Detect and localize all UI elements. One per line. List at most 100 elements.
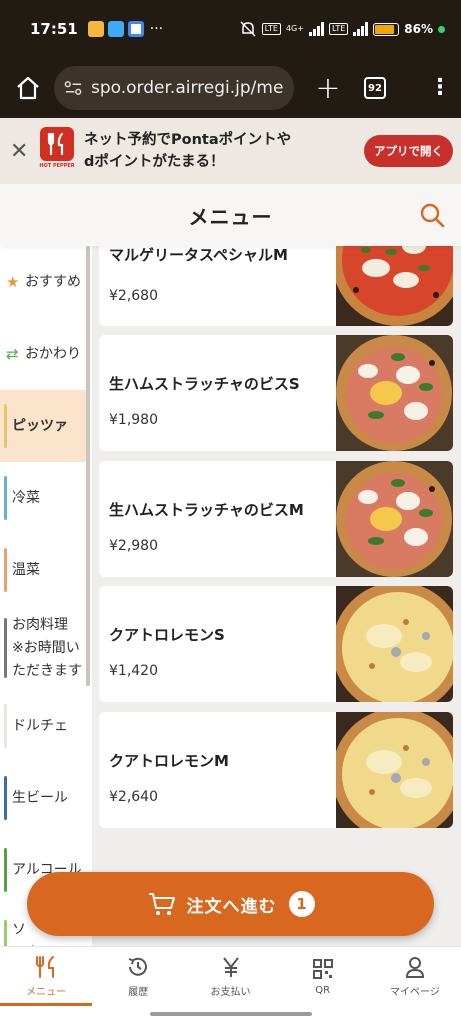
category-label-line1: お肉料理 — [12, 616, 68, 633]
url-text: spo.order.airregi.jp/men — [91, 78, 284, 98]
nav-tab-mypage[interactable]: マイページ — [369, 947, 461, 1006]
gesture-bar — [0, 1006, 461, 1024]
pizza-quattro-image[interactable] — [336, 712, 453, 828]
order-button-label: 注文へ進む — [186, 896, 277, 917]
pizza-quattro-image[interactable] — [336, 586, 453, 702]
user-icon — [405, 957, 424, 978]
menu-item-card[interactable]: 生ハムストラッチャのビスM ¥2,980 — [99, 461, 453, 577]
address-bar[interactable]: spo.order.airregi.jp/men — [54, 66, 294, 110]
item-name: クアトロレモンM — [109, 752, 229, 770]
category-label-line2: ※お時間い — [12, 639, 80, 656]
battery-percent: 86% — [404, 22, 433, 36]
category-color-bar — [4, 704, 7, 748]
search-icon[interactable] — [419, 202, 445, 228]
category-color-bar — [4, 404, 7, 448]
category-label-line1: ソ — [12, 922, 26, 938]
pizza-margherita-image[interactable] — [336, 246, 453, 326]
item-name: 生ハムストラッチャのビスS — [109, 375, 300, 393]
battery-icon — [373, 22, 400, 36]
category-item-meat[interactable]: お肉料理 ※お時間い ただきます — [0, 606, 88, 690]
item-name: マルゲリータスペシャルM — [109, 246, 288, 264]
nav-label: QR — [315, 985, 331, 996]
proceed-to-order-button[interactable]: 注文へ進む 1 — [27, 872, 434, 936]
item-price: ¥1,980 — [109, 412, 158, 428]
menu-item-card[interactable]: マルゲリータスペシャルM ¥2,680 — [99, 246, 453, 326]
category-sidebar[interactable]: ★ おすすめ ⇄ おかわり ピッツァ 冷菜 温菜 お肉料理 ※お時間い ただきま… — [0, 246, 92, 946]
nav-tab-payment[interactable]: お支払い — [184, 947, 276, 1006]
nav-tab-history[interactable]: 履歴 — [92, 947, 184, 1006]
category-item-pizza[interactable]: ピッツァ — [0, 390, 88, 462]
google-icon — [127, 21, 144, 37]
category-label: おすすめ — [25, 273, 81, 290]
more-notifications-icon: ··· — [149, 21, 164, 37]
nav-label: お支払い — [210, 987, 251, 998]
category-label-line3: ただきます — [12, 662, 82, 679]
menu-item-card[interactable]: クアトロレモンM ¥2,640 — [99, 712, 453, 828]
category-label: 生ビール — [12, 789, 68, 806]
volte-icon: LTE — [261, 23, 281, 35]
category-color-bar — [4, 548, 7, 592]
sidebar-scrollbar[interactable] — [86, 246, 90, 686]
site-settings-icon[interactable] — [64, 80, 83, 96]
browser-menu-button[interactable]: ⋮ — [429, 77, 451, 99]
category-item-dolce[interactable]: ドルチェ — [0, 690, 88, 762]
promo-line-2: dポイントがたまる！ — [84, 154, 225, 170]
signal-icon-2 — [353, 22, 369, 36]
item-price: ¥2,640 — [109, 789, 158, 805]
volte-icon-2: LTE — [328, 23, 349, 35]
battery-level — [375, 24, 395, 34]
category-label: 温菜 — [12, 561, 40, 578]
refresh-icon: ⇄ — [6, 345, 19, 363]
category-label: ピッツァ — [12, 417, 68, 434]
new-tab-button[interactable]: + — [310, 71, 346, 106]
nav-tab-qr[interactable]: QR — [277, 947, 369, 1006]
home-button[interactable] — [10, 70, 46, 106]
privacy-indicator-icon — [438, 25, 445, 33]
item-price: ¥1,420 — [109, 663, 158, 679]
category-item-cold-dishes[interactable]: 冷菜 — [0, 462, 88, 534]
category-item-draft-beer[interactable]: 生ビール — [0, 762, 88, 834]
status-bar: 17:51 ··· LTE 4G+ LTE 86% — [0, 0, 461, 58]
pizza-prosciutto-image[interactable] — [336, 335, 453, 451]
menu-item-list[interactable]: マルゲリータスペシャルM ¥2,680 生ハムストラッチャのビスS ¥1,980 — [92, 246, 461, 946]
hot-pepper-logo: HOT PEPPER — [38, 127, 76, 175]
category-item-refill[interactable]: ⇄ おかわり — [0, 318, 88, 390]
signal-icon — [308, 22, 324, 36]
category-label: ドルチェ — [12, 717, 68, 734]
item-name: クアトロレモンS — [109, 626, 225, 644]
logo-text: HOT PEPPER — [39, 163, 75, 169]
yen-icon — [222, 957, 239, 977]
category-label: お肉料理 ※お時間い ただきます — [6, 614, 82, 683]
item-name: 生ハムストラッチャのビスM — [109, 501, 304, 519]
nav-tab-menu[interactable]: メニュー — [0, 947, 93, 1006]
network-type: 4G+ — [285, 24, 304, 33]
category-color-bar — [4, 476, 7, 520]
nav-label: メニュー — [26, 987, 67, 998]
nav-label: 履歴 — [128, 987, 149, 998]
promo-line-1: ネット予約でPontaポイントや — [84, 132, 292, 148]
gesture-handle[interactable] — [150, 1012, 312, 1016]
bottom-navigation: メニュー 履歴 お支払い QR マイページ — [0, 946, 461, 1006]
close-icon[interactable]: ✕ — [10, 139, 30, 164]
category-color-bar — [4, 618, 7, 678]
mute-icon — [240, 21, 256, 37]
promo-text: ネット予約でPontaポイントや dポイントがたまる！ — [84, 129, 324, 173]
browser-toolbar: spo.order.airregi.jp/men + 92 ⋮ — [0, 58, 461, 118]
open-in-app-button[interactable]: アプリで開く — [364, 135, 453, 167]
category-item-recommended[interactable]: ★ おすすめ — [0, 246, 88, 318]
category-color-bar — [4, 920, 7, 946]
menu-item-card[interactable]: クアトロレモンS ¥1,420 — [99, 586, 453, 702]
fork-knife-logo-icon — [40, 127, 74, 161]
fork-knife-icon — [36, 956, 55, 978]
status-indicators: LTE 4G+ LTE 86% — [239, 21, 445, 37]
status-time: 17:51 — [30, 20, 78, 38]
cart-count-badge: 1 — [288, 891, 315, 917]
star-icon: ★ — [6, 273, 20, 291]
page-header: メニュー — [0, 184, 461, 246]
nav-label: マイページ — [390, 987, 440, 998]
category-item-hot-dishes[interactable]: 温菜 — [0, 534, 88, 606]
app-notification-icon — [87, 21, 104, 37]
pizza-prosciutto-image[interactable] — [336, 461, 453, 577]
menu-item-card[interactable]: 生ハムストラッチャのビスS ¥1,980 — [99, 335, 453, 451]
tab-switcher-button[interactable]: 92 — [364, 77, 386, 99]
